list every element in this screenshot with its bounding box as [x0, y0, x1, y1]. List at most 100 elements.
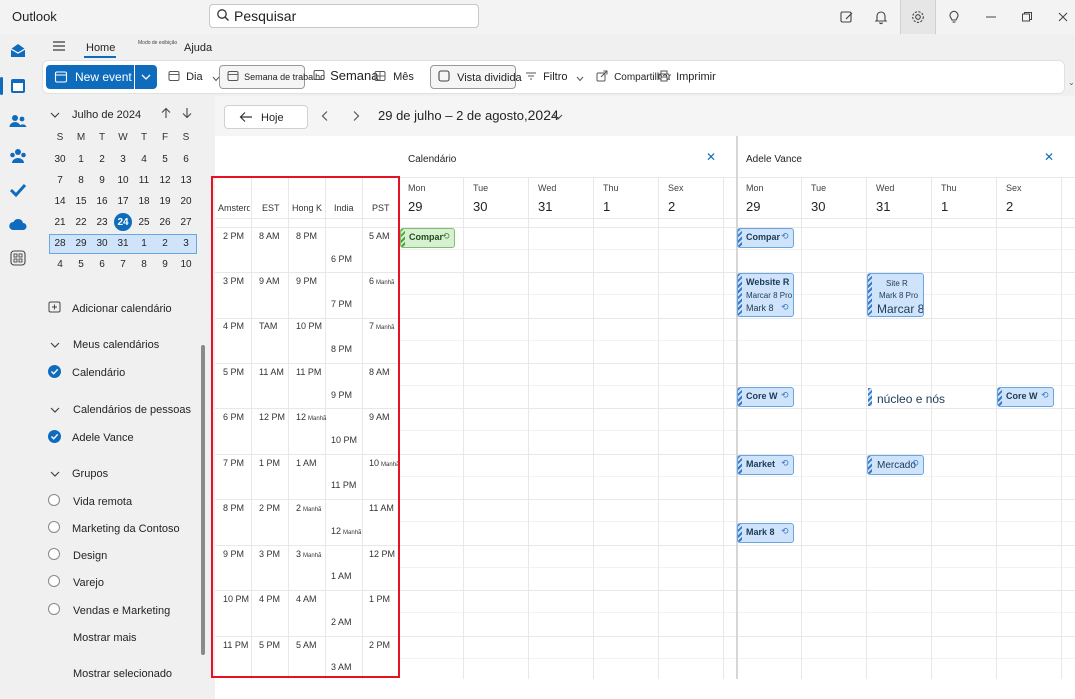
day-number[interactable]: 30: [473, 199, 487, 214]
radio-vida-remota[interactable]: [48, 494, 60, 506]
chevron-down-icon[interactable]: [553, 112, 563, 124]
day-view-button[interactable]: Dia: [168, 70, 220, 85]
mini-calendar-day[interactable]: 18: [133, 196, 155, 207]
radio-marketing-contoso[interactable]: [48, 521, 60, 533]
mini-calendar-day[interactable]: 2: [154, 238, 176, 249]
ribbon-more-chevron-icon[interactable]: ⌄: [1068, 78, 1075, 87]
chevron-down-icon[interactable]: [50, 469, 60, 481]
print-button[interactable]: Imprimir: [658, 70, 716, 85]
mini-calendar-day[interactable]: 8: [133, 259, 155, 270]
mini-calendar-day[interactable]: 10: [112, 175, 134, 186]
calendar-checked-icon[interactable]: [48, 365, 61, 378]
mini-calendar-day[interactable]: 29: [70, 238, 92, 249]
month-view-button[interactable]: Mês: [374, 70, 414, 85]
day-number[interactable]: 31: [538, 199, 552, 214]
day-number[interactable]: 1: [603, 199, 610, 214]
sidebar-scrollbar[interactable]: [201, 345, 205, 655]
mini-calendar-title[interactable]: Julho de 2024: [72, 109, 141, 121]
chevron-right-icon[interactable]: [351, 110, 361, 125]
minimize-icon[interactable]: [976, 5, 1006, 29]
chevron-left-icon[interactable]: [320, 110, 330, 125]
event-compar-left[interactable]: Compar ⟲: [400, 228, 455, 248]
filter-button[interactable]: Filtro: [525, 70, 584, 85]
close-icon[interactable]: [1048, 5, 1075, 29]
mini-calendar-day[interactable]: 9: [91, 175, 113, 186]
mini-calendar-day[interactable]: 4: [49, 259, 71, 270]
mini-calendar-day[interactable]: 11: [133, 175, 155, 186]
calendar-icon[interactable]: [8, 76, 28, 96]
mini-calendar-day[interactable]: 6: [91, 259, 113, 270]
group-item[interactable]: Vida remota: [73, 496, 132, 508]
radio-varejo[interactable]: [48, 575, 60, 587]
tab-home[interactable]: Home: [86, 42, 115, 54]
groups-icon[interactable]: [8, 146, 28, 166]
mini-calendar-day[interactable]: 7: [49, 175, 71, 186]
mini-calendar-day[interactable]: 2: [91, 154, 113, 165]
group-item[interactable]: Vendas e Marketing: [73, 605, 170, 617]
mini-calendar-day[interactable]: 4: [133, 154, 155, 165]
mini-calendar-collapse-chevron-icon[interactable]: [50, 110, 60, 122]
radio-design[interactable]: [48, 548, 60, 560]
mini-calendar-day[interactable]: 17: [112, 196, 134, 207]
mail-icon[interactable]: [8, 41, 28, 61]
my-calendars-heading[interactable]: Meus calendários: [73, 339, 159, 351]
show-selected-link[interactable]: Mostrar selecionado: [73, 668, 172, 680]
mini-calendar-day[interactable]: 24: [112, 217, 134, 228]
new-event-button[interactable]: New event: [46, 65, 134, 89]
event-site-r[interactable]: Site R Mark 8 Pro Marcar 8: [867, 273, 924, 317]
show-more-link[interactable]: Mostrar mais: [73, 632, 137, 644]
tab-help[interactable]: Ajuda: [184, 42, 212, 54]
radio-vendas-marketing[interactable]: [48, 603, 60, 615]
mini-calendar-day[interactable]: 14: [49, 196, 71, 207]
event-mercado[interactable]: Mercado ⟲: [867, 455, 924, 475]
adele-checked-icon[interactable]: [48, 430, 61, 443]
mini-calendar-day[interactable]: 13: [175, 175, 197, 186]
close-calendar-left-icon[interactable]: ✕: [706, 150, 716, 164]
lightbulb-icon[interactable]: [939, 5, 969, 29]
chevron-down-icon[interactable]: [50, 405, 60, 417]
mini-calendar-day[interactable]: 12: [154, 175, 176, 186]
search-input[interactable]: Pesquisar: [209, 4, 479, 28]
today-button[interactable]: Hoje: [224, 105, 308, 129]
apps-grid-icon[interactable]: [8, 248, 28, 268]
group-item[interactable]: Design: [73, 550, 107, 562]
mini-calendar-day[interactable]: 3: [112, 154, 134, 165]
mini-calendar-day[interactable]: 19: [154, 196, 176, 207]
todo-check-icon[interactable]: [8, 180, 28, 200]
add-calendar-icon[interactable]: [48, 300, 62, 317]
arrow-down-icon[interactable]: [181, 107, 193, 122]
event-mark-8[interactable]: Mark 8 ⟲: [737, 523, 794, 543]
mini-calendar-day[interactable]: 23: [91, 217, 113, 228]
mini-calendar-day[interactable]: 1: [133, 238, 155, 249]
mini-calendar-day[interactable]: 16: [91, 196, 113, 207]
group-item[interactable]: Varejo: [73, 577, 104, 589]
day-number[interactable]: 29: [746, 199, 760, 214]
mini-calendar-day[interactable]: 3: [175, 238, 197, 249]
mini-calendar-day[interactable]: 21: [49, 217, 71, 228]
mini-calendar-day[interactable]: 27: [175, 217, 197, 228]
arrow-up-icon[interactable]: [160, 107, 172, 122]
people-calendars-heading[interactable]: Calendários de pessoas: [73, 404, 191, 416]
mini-calendar-day[interactable]: 28: [49, 238, 71, 249]
gear-icon[interactable]: [903, 5, 933, 29]
tab-view[interactable]: Modo de exibição: [138, 40, 177, 46]
group-item[interactable]: Marketing da Contoso: [72, 523, 180, 535]
mini-calendar-day[interactable]: 5: [70, 259, 92, 270]
mini-calendar-day[interactable]: 1: [70, 154, 92, 165]
people-icon[interactable]: [8, 111, 28, 131]
mini-calendar-day[interactable]: 8: [70, 175, 92, 186]
mini-calendar-day[interactable]: 30: [91, 238, 113, 249]
mini-calendar-day[interactable]: 5: [154, 154, 176, 165]
new-event-dropdown[interactable]: [135, 65, 157, 89]
groups-heading[interactable]: Grupos: [72, 468, 108, 480]
mini-calendar-day[interactable]: 10: [175, 259, 197, 270]
mini-calendar-day[interactable]: 31: [112, 238, 134, 249]
mini-calendar-day[interactable]: 26: [154, 217, 176, 228]
mini-calendar-day[interactable]: 15: [70, 196, 92, 207]
event-website-r[interactable]: Website R Marcar 8 Pro Mark 8 ⟲: [737, 273, 794, 317]
bell-icon[interactable]: [866, 5, 896, 29]
mini-calendar-day[interactable]: 7: [112, 259, 134, 270]
mini-calendar-day[interactable]: 22: [70, 217, 92, 228]
day-number[interactable]: 30: [811, 199, 825, 214]
mini-calendar-day[interactable]: 30: [49, 154, 71, 165]
